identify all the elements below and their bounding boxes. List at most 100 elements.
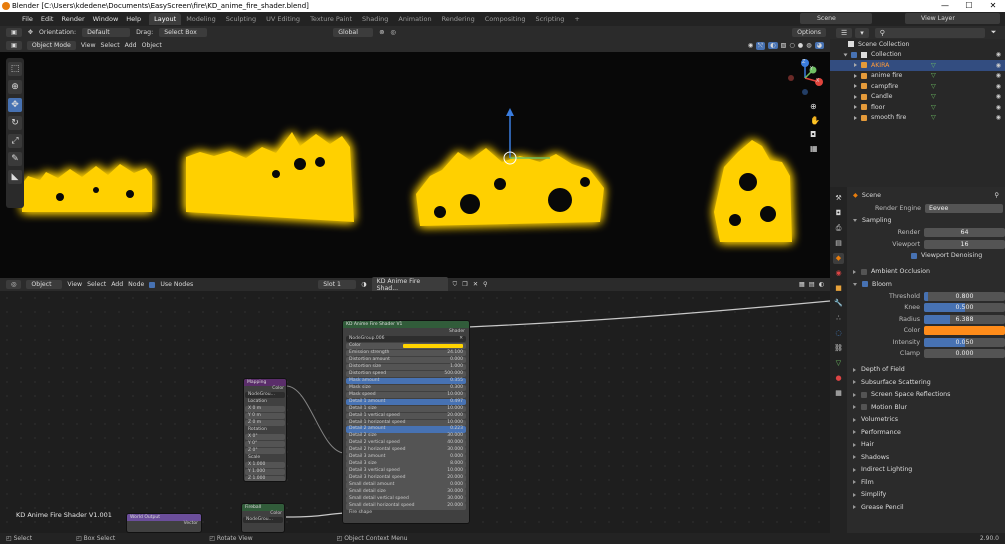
world-tab-icon[interactable]: ◉ <box>833 268 844 279</box>
slot-dropdown[interactable]: Slot 1 <box>318 280 357 289</box>
use-nodes-checkbox[interactable] <box>149 281 156 288</box>
node-menu-node[interactable]: Node <box>128 281 144 288</box>
section-checkbox[interactable] <box>861 404 867 411</box>
minimize-button[interactable]: — <box>933 0 957 12</box>
mapping-value-field[interactable]: Y 0° <box>245 440 285 447</box>
fireball-color-output[interactable]: Color <box>242 511 284 516</box>
mapping-node[interactable]: Mapping Color NodeGrou... Location X 0 mY… <box>243 378 287 482</box>
close-button[interactable]: ✕ <box>981 0 1005 12</box>
node-input-row[interactable]: Small detail amount 0.000 <box>346 482 466 489</box>
node-input-row[interactable]: Detail 2 horizontal speed 30.000 <box>346 447 466 454</box>
tab-layout[interactable]: Layout <box>149 13 182 25</box>
outliner-item[interactable]: smooth fire ▽ ◉ <box>830 113 1005 124</box>
tab-texture-paint[interactable]: Texture Paint <box>305 13 357 25</box>
outliner-item[interactable]: AKIRA ▽ ◉ <box>830 60 1005 71</box>
constraints-tab-icon[interactable]: ⛓ <box>833 343 844 354</box>
menu-help[interactable]: Help <box>122 15 145 23</box>
fireball-node[interactable]: Fireball Color NodeGrou... <box>241 503 285 533</box>
mapping-value-field[interactable]: X 1.000 <box>245 461 285 468</box>
rotate-tool-icon[interactable]: ↻ <box>8 116 22 130</box>
mapping-value-field[interactable]: Z 0 m <box>245 419 285 426</box>
shading-solid-icon[interactable]: ● <box>798 42 803 49</box>
tab-animation[interactable]: Animation <box>393 13 436 25</box>
properties-section[interactable]: Screen Space Reflections <box>849 389 1005 402</box>
properties-section[interactable]: Subsurface Scattering <box>849 376 1005 389</box>
options-dropdown[interactable]: Options <box>792 28 826 37</box>
node-input-row[interactable]: Detail 2 size 30.000 <box>346 433 466 440</box>
properties-section[interactable]: Depth of Field <box>849 364 1005 377</box>
snap-node-icon[interactable]: ▦ <box>799 281 805 288</box>
outliner-collection[interactable]: Collection ◉ <box>830 50 1005 61</box>
section-bloom[interactable]: Bloom <box>849 278 1005 291</box>
menu-edit[interactable]: Edit <box>37 15 58 23</box>
xray-icon[interactable]: ▧ <box>781 42 787 49</box>
eye-icon[interactable]: ◉ <box>996 51 1001 58</box>
render-engine-dropdown[interactable]: Eevee <box>925 204 1003 214</box>
menu-render[interactable]: Render <box>57 15 88 23</box>
section-ambient-occlusion[interactable]: Ambient Occlusion <box>849 266 1005 279</box>
annotate-tool-icon[interactable]: ✎ <box>8 152 22 166</box>
drag-dropdown[interactable]: Select Box <box>159 28 208 37</box>
snap-icon[interactable]: ⊚ <box>379 29 384 36</box>
eye-icon[interactable]: ◉ <box>996 83 1001 90</box>
duplicate-material-icon[interactable]: ❐ <box>462 281 468 288</box>
mapping-group-selector[interactable]: NodeGrou... <box>245 391 285 398</box>
eye-icon[interactable]: ◉ <box>996 72 1001 79</box>
fake-user-icon[interactable]: ⛉ <box>453 281 458 289</box>
node-input-row[interactable]: Detail 2 amount 0.223 <box>346 426 466 433</box>
shader-type-dropdown[interactable]: Object <box>26 280 63 289</box>
overlay-toggle-icon[interactable]: ◐ <box>768 42 778 49</box>
outliner-filter-icon[interactable]: ⏷ <box>991 28 997 37</box>
mapping-value-field[interactable]: Z 0° <box>245 447 285 454</box>
node-group-selector[interactable]: NodeGroup.006 ✕ <box>346 335 466 342</box>
eye-icon[interactable]: ◉ <box>996 114 1001 121</box>
move-tool-icon[interactable]: ✥ <box>8 98 22 112</box>
expand-arrow-icon[interactable] <box>854 73 857 78</box>
outliner-item[interactable]: anime fire ▽ ◉ <box>830 71 1005 82</box>
node-input-row[interactable]: Detail 1 vertical speed 20.000 <box>346 412 466 419</box>
node-input-row[interactable]: Fire shape <box>346 510 466 516</box>
node-input-row[interactable]: Detail 3 horizontal speed 20.000 <box>346 475 466 482</box>
editor-type-button[interactable]: ▣ <box>6 41 22 50</box>
modifier-tab-icon[interactable]: 🔧 <box>833 298 844 309</box>
zoom-icon[interactable]: ⊕ <box>810 102 820 111</box>
node-input-row[interactable]: Detail 1 size 10.000 <box>346 405 466 412</box>
overlay-node-icon[interactable]: ◐ <box>819 281 824 288</box>
mapping-color-output[interactable]: Color <box>244 386 286 391</box>
collection-checkbox[interactable] <box>851 51 857 58</box>
tab-scripting[interactable]: Scripting <box>531 13 570 25</box>
node-input-row[interactable]: Mask speed 10.000 <box>346 391 466 398</box>
pin-icon[interactable]: ⚲ <box>483 281 488 288</box>
intensity-slider[interactable]: 0.050 <box>924 337 1005 347</box>
tab-modeling[interactable]: Modeling <box>181 13 221 25</box>
select-mode-dropdown[interactable]: ▣ <box>6 28 22 37</box>
maximize-button[interactable]: ☐ <box>957 0 981 12</box>
shading-wireframe-icon[interactable]: ○ <box>789 42 794 49</box>
outliner-scene-collection[interactable]: Scene Collection <box>830 39 1005 50</box>
scale-tool-icon[interactable]: ⤢ <box>8 134 22 148</box>
properties-section[interactable]: Shadows <box>849 451 1005 464</box>
color-swatch[interactable] <box>403 343 463 348</box>
node-input-row[interactable]: Detail 3 amount 0.000 <box>346 454 466 461</box>
grid-view-icon[interactable]: ▦ <box>810 144 820 153</box>
fire-shader-node[interactable]: KD Anime Fire Shader V1 Shader NodeGroup… <box>342 320 470 524</box>
proportional-icon[interactable]: ◎ <box>390 29 395 36</box>
viewport-menu-view[interactable]: View <box>81 42 96 49</box>
section-sampling[interactable]: Sampling <box>849 215 1005 228</box>
world-vector-socket[interactable]: Vector <box>127 521 201 526</box>
scene-tab-icon[interactable]: ◆ <box>833 253 844 264</box>
pan-hand-icon[interactable]: ✋ <box>810 116 820 125</box>
scene-selector[interactable]: Scene <box>800 13 872 24</box>
measure-tool-icon[interactable]: ◣ <box>8 170 22 184</box>
tab-sculpting[interactable]: Sculpting <box>221 13 261 25</box>
select-box-tool-icon[interactable]: ⬚ <box>8 62 22 76</box>
tool-tab-icon[interactable]: ⚒ <box>833 193 844 204</box>
transform-orientation-dropdown[interactable]: Global <box>333 28 374 37</box>
viewport-menu-object[interactable]: Object <box>142 42 162 49</box>
properties-section[interactable]: Film <box>849 476 1005 489</box>
viewport-denoising-checkbox[interactable] <box>911 252 917 259</box>
outliner-item[interactable]: campfire ▽ ◉ <box>830 81 1005 92</box>
eye-icon[interactable]: ◉ <box>996 93 1001 100</box>
view-layer-tab-icon[interactable]: ▤ <box>833 238 844 249</box>
tab-compositing[interactable]: Compositing <box>480 13 531 25</box>
